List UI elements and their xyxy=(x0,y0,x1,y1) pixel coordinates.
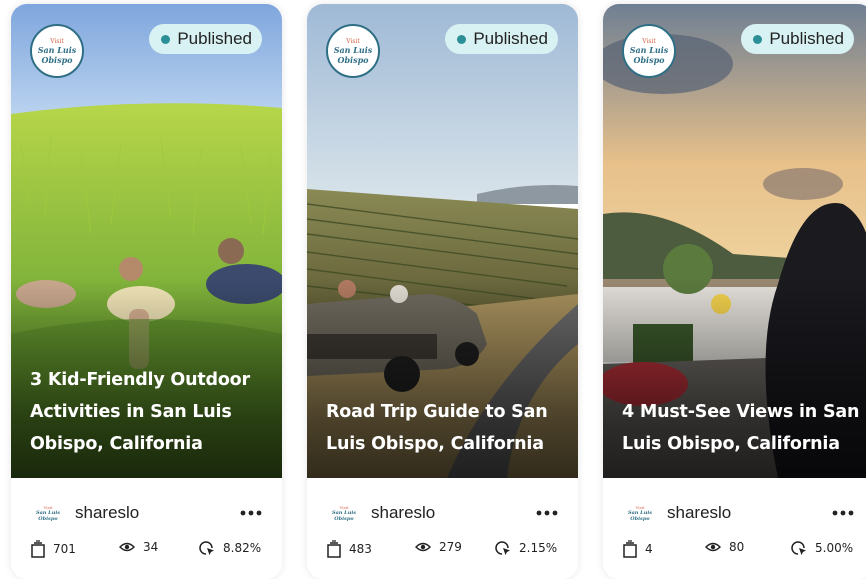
brand-logo: Visit San Luis Obispo xyxy=(326,24,380,78)
brand-logo-line1: Visit xyxy=(642,37,656,45)
more-dots-icon xyxy=(832,510,854,516)
eye-icon xyxy=(705,542,721,552)
author-avatar: Visit San Luis Obispo xyxy=(31,496,65,530)
stat-pages: 483 xyxy=(327,540,372,558)
status-label: Published xyxy=(769,29,844,48)
stat-tap-rate-value: 5.00% xyxy=(815,541,854,555)
eye-icon xyxy=(415,542,431,552)
brand-logo-line2: San Luis Obispo xyxy=(333,44,373,65)
brand-logo-line1: Visit xyxy=(346,37,360,45)
status-dot-icon xyxy=(753,34,763,44)
stat-tap-rate: 2.15% xyxy=(495,540,557,556)
story-footer: Visit San Luis Obispo shareslo 701 34 8.… xyxy=(11,478,282,579)
status-badge: Published xyxy=(741,24,854,54)
story-cover-image[interactable]: Visit San Luis Obispo Published 4 Must-S… xyxy=(603,4,866,478)
brand-logo-line2: San Luis Obispo xyxy=(37,44,77,65)
author-name: shareslo xyxy=(75,503,140,522)
pages-stack-icon xyxy=(31,540,45,558)
stat-tap-rate-value: 2.15% xyxy=(519,541,558,555)
tap-cursor-icon xyxy=(199,541,214,555)
story-stats: 483 279 2.15% xyxy=(327,540,568,562)
stat-pages-value: 4 xyxy=(645,542,653,556)
status-label: Published xyxy=(473,29,548,48)
status-badge: Published xyxy=(445,24,558,54)
author-avatar-line2: San Luis Obispo xyxy=(35,509,61,522)
stat-views: 34 xyxy=(119,540,158,554)
status-label: Published xyxy=(177,29,252,48)
stat-views-value: 80 xyxy=(729,540,745,554)
status-badge: Published xyxy=(149,24,262,54)
stat-views: 80 xyxy=(705,540,744,554)
story-card[interactable]: Visit San Luis Obispo Published Road Tri… xyxy=(307,4,578,579)
stat-pages: 4 xyxy=(623,540,653,558)
more-options-button[interactable] xyxy=(832,500,854,521)
more-dots-icon xyxy=(240,510,262,516)
author-avatar-line2: San Luis Obispo xyxy=(627,509,653,522)
story-footer: Visit San Luis Obispo shareslo 483 279 2… xyxy=(307,478,578,579)
story-card[interactable]: Visit San Luis Obispo Published 4 Must-S… xyxy=(603,4,866,579)
story-title: Road Trip Guide to San Luis Obispo, Cali… xyxy=(326,402,548,454)
stat-pages: 701 xyxy=(31,540,76,558)
author[interactable]: Visit San Luis Obispo shareslo xyxy=(31,496,139,530)
stat-pages-value: 483 xyxy=(349,542,372,556)
stat-views-value: 34 xyxy=(143,540,159,554)
stat-pages-value: 701 xyxy=(53,542,76,556)
stat-views: 279 xyxy=(415,540,462,554)
tap-cursor-icon xyxy=(495,541,510,555)
brand-logo: Visit San Luis Obispo xyxy=(622,24,676,78)
stat-tap-rate-value: 8.82% xyxy=(223,541,262,555)
story-card[interactable]: Visit San Luis Obispo Published 3 Kid-Fr… xyxy=(11,4,282,579)
tap-cursor-icon xyxy=(791,541,806,555)
more-dots-icon xyxy=(536,510,558,516)
more-options-button[interactable] xyxy=(240,500,262,521)
story-stats: 701 34 8.82% xyxy=(31,540,272,562)
story-stats: 4 80 5.00% xyxy=(623,540,864,562)
stat-views-value: 279 xyxy=(439,540,462,554)
stat-tap-rate: 5.00% xyxy=(791,540,853,556)
story-cover-image[interactable]: Visit San Luis Obispo Published Road Tri… xyxy=(307,4,578,478)
story-title: 3 Kid-Friendly Outdoor Activities in San… xyxy=(30,370,250,454)
story-footer: Visit San Luis Obispo shareslo 4 80 5.00… xyxy=(603,478,866,579)
story-cover-image[interactable]: Visit San Luis Obispo Published 3 Kid-Fr… xyxy=(11,4,282,478)
author-avatar: Visit San Luis Obispo xyxy=(327,496,361,530)
author[interactable]: Visit San Luis Obispo shareslo xyxy=(327,496,435,530)
status-dot-icon xyxy=(457,34,467,44)
author-avatar: Visit San Luis Obispo xyxy=(623,496,657,530)
pages-stack-icon xyxy=(327,540,341,558)
status-dot-icon xyxy=(161,34,171,44)
eye-icon xyxy=(119,542,135,552)
more-options-button[interactable] xyxy=(536,500,558,521)
stat-tap-rate: 8.82% xyxy=(199,540,261,556)
author-name: shareslo xyxy=(371,503,436,522)
pages-stack-icon xyxy=(623,540,637,558)
author[interactable]: Visit San Luis Obispo shareslo xyxy=(623,496,731,530)
brand-logo-line2: San Luis Obispo xyxy=(629,44,669,65)
brand-logo-line1: Visit xyxy=(50,37,64,45)
author-name: shareslo xyxy=(667,503,732,522)
author-avatar-line2: San Luis Obispo xyxy=(331,509,357,522)
brand-logo: Visit San Luis Obispo xyxy=(30,24,84,78)
story-title: 4 Must-See Views in San Luis Obispo, Cal… xyxy=(622,402,860,454)
